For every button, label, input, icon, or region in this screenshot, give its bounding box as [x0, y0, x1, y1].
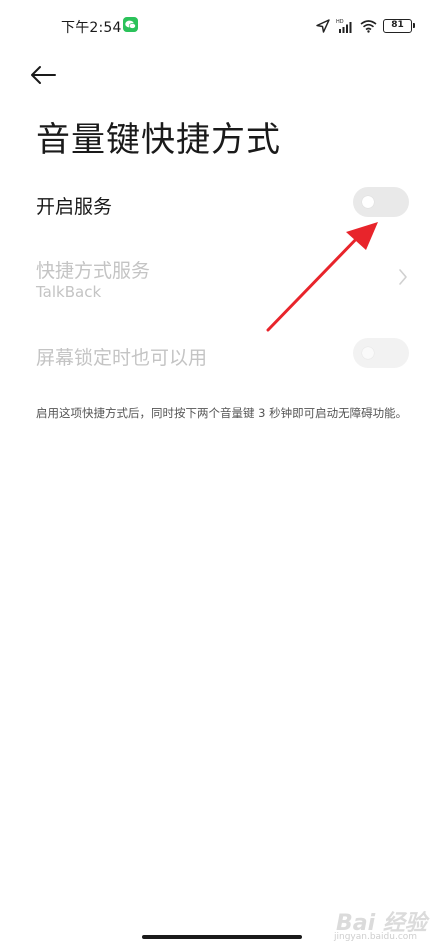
toggle-knob [362, 347, 374, 359]
back-arrow-icon [31, 66, 56, 84]
status-bar: 下午2:54 HD 81 [0, 0, 442, 52]
battery-indicator: 81 [383, 19, 415, 33]
status-icons: HD 81 [310, 18, 415, 34]
chevron-right-icon [399, 269, 407, 285]
enable-service-label: 开启服务 [36, 196, 113, 218]
toggle-knob [362, 196, 374, 208]
lock-screen-label: 屏幕锁定时也可以用 [36, 347, 208, 369]
signal-icon: HD [336, 19, 352, 33]
location-icon [316, 19, 330, 33]
wechat-notification-icon [123, 17, 138, 32]
page-title: 音量键快捷方式 [36, 120, 281, 160]
shortcut-service-label: 快捷方式服务 [36, 260, 151, 282]
home-indicator[interactable] [142, 935, 302, 939]
screen: 下午2:54 HD 81 音量键快捷方式 开启服务 快捷方式服务 TalkBac… [0, 0, 442, 949]
baidu-jingyan-watermark: Bai 经验 jingyan.baidu.com [312, 905, 438, 945]
shortcut-service-value: TalkBack [36, 283, 102, 301]
lock-screen-toggle[interactable] [353, 338, 409, 368]
enable-service-toggle[interactable] [353, 187, 409, 217]
status-time: 下午2:54 [61, 20, 122, 36]
description-text: 启用这项快捷方式后，同时按下两个音量键 3 秒钟即可启动无障碍功能。 [36, 406, 408, 420]
watermark-url: jingyan.baidu.com [334, 932, 418, 942]
wifi-icon [360, 20, 377, 33]
back-button[interactable] [30, 58, 74, 92]
network-tag: HD [336, 19, 344, 25]
